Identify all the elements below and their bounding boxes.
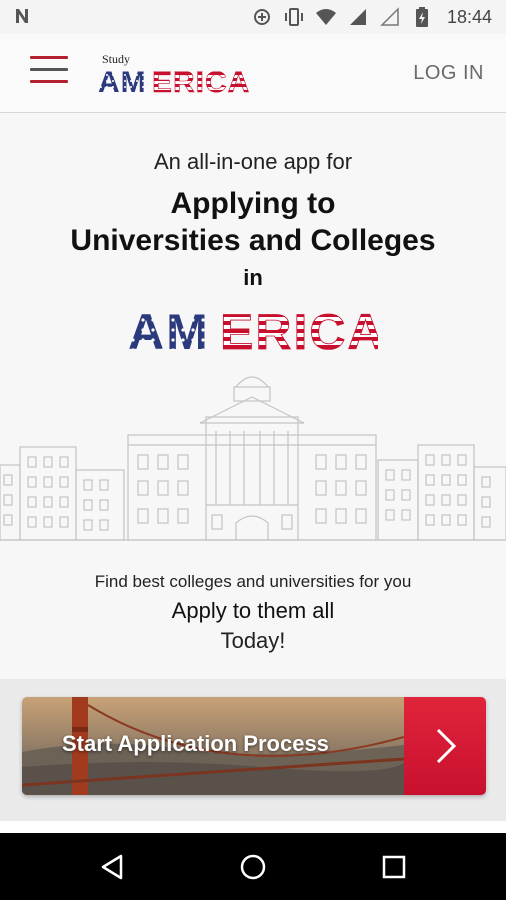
tagline: An all-in-one app for: [153, 149, 353, 174]
apply-text: Apply to them all: [171, 598, 335, 623]
app-bar: Study AM ERICA LOG IN: [0, 34, 506, 113]
america-logo: AM ERICA: [128, 305, 378, 355]
start-application-button[interactable]: Start Application Process: [22, 697, 486, 795]
home-circle-icon[interactable]: [236, 850, 270, 884]
start-application-label: Start Application Process: [62, 731, 329, 756]
svg-text:ERICA: ERICA: [152, 66, 250, 96]
system-navigation-bar: [0, 833, 506, 900]
signal-empty-icon: [379, 6, 401, 28]
chevron-right-icon[interactable]: [404, 697, 486, 795]
status-bar: 18:44: [0, 0, 506, 34]
in-word: in: [243, 265, 263, 290]
login-button[interactable]: LOG IN: [413, 62, 484, 85]
svg-text:AM: AM: [98, 66, 147, 96]
headline: Applying to Universities and Colleges: [0, 185, 506, 259]
hamburger-menu-icon[interactable]: [30, 54, 68, 86]
status-time: 18:44: [446, 6, 492, 27]
headline-line1: Applying to: [170, 187, 336, 220]
main-content: An all-in-one app for Applying to Univer…: [0, 113, 506, 679]
campus-building-illustration: [0, 376, 506, 541]
today-text: Today!: [220, 628, 286, 653]
svg-text:ERICA: ERICA: [220, 305, 378, 355]
sync-icon: [251, 6, 273, 28]
vibrate-icon: [283, 6, 305, 28]
cta-section: Start Application Process: [0, 679, 506, 821]
svg-text:AM: AM: [128, 305, 210, 355]
brand-study-text: Study: [102, 52, 131, 66]
brand-america-logo: AM ERICA: [98, 66, 250, 96]
content-bottom-gap: [0, 821, 506, 833]
battery-charging-icon: [411, 6, 433, 28]
wifi-icon: [315, 6, 337, 28]
recents-square-icon[interactable]: [377, 850, 411, 884]
back-triangle-icon[interactable]: [95, 850, 129, 884]
headline-line2: Universities and Colleges: [70, 224, 436, 257]
n-notification-icon: [14, 7, 30, 30]
signal-icon: [347, 6, 369, 28]
find-text: Find best colleges and universities for …: [94, 572, 412, 591]
